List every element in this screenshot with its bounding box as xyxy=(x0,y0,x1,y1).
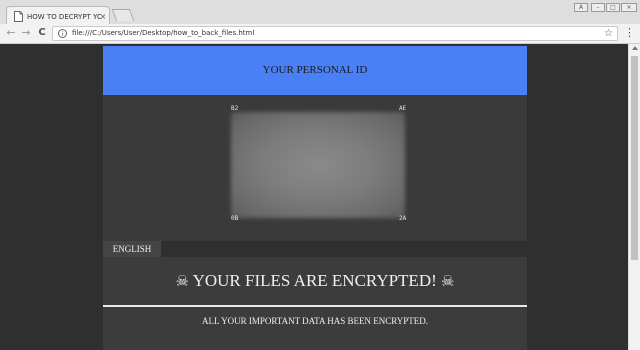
personal-id-panel: B2 AE 0B 2A xyxy=(103,95,527,241)
back-arrow-icon[interactable]: ← xyxy=(4,26,18,40)
window-close-button[interactable]: × xyxy=(621,3,637,12)
url-text[interactable]: file:///C:/Users/User/Desktop/how_to_bac… xyxy=(72,27,254,40)
personal-id-code-blurred xyxy=(231,112,405,218)
page-viewport: YOUR PERSONAL ID B2 AE 0B 2A ENGLISH ☠ Y… xyxy=(0,44,628,350)
id-corner-bottom-right: 2A xyxy=(399,215,407,222)
skull-icon: ☠ xyxy=(441,272,455,290)
browser-menu-icon[interactable]: ⋮ xyxy=(624,26,635,40)
profile-button[interactable]: A xyxy=(574,3,588,12)
personal-id-header: YOUR PERSONAL ID xyxy=(103,46,527,95)
browser-tab[interactable]: HOW TO DECRYPT YOUR F × xyxy=(6,6,110,25)
vertical-scrollbar[interactable] xyxy=(628,44,640,350)
forward-arrow-icon[interactable]: → xyxy=(19,26,33,40)
document-icon xyxy=(14,11,23,22)
browser-toolbar: ← → C i file:///C:/Users/User/Desktop/ho… xyxy=(0,24,640,44)
id-corner-bottom-left: 0B xyxy=(231,215,239,222)
maximize-button[interactable]: □ xyxy=(606,3,620,12)
tab-strip: HOW TO DECRYPT YOUR F × A – □ × xyxy=(0,0,640,25)
tab-close-icon[interactable]: × xyxy=(99,11,107,22)
address-bar[interactable]: i file:///C:/Users/User/Desktop/how_to_b… xyxy=(52,26,618,41)
encrypted-subline: ALL YOUR IMPORTANT DATA HAS BEEN ENCRYPT… xyxy=(202,316,428,326)
bookmark-star-icon[interactable]: ☆ xyxy=(604,27,613,40)
language-tab-english[interactable]: ENGLISH xyxy=(103,241,161,257)
headline-text: YOUR FILES ARE ENCRYPTED! xyxy=(192,271,437,290)
divider xyxy=(103,305,527,307)
info-icon[interactable]: i xyxy=(58,29,67,38)
encrypted-headline: ☠ YOUR FILES ARE ENCRYPTED! ☠ xyxy=(103,269,527,293)
id-corner-top-left: B2 xyxy=(231,105,239,112)
skull-icon: ☠ xyxy=(175,272,189,290)
scrollbar-thumb[interactable] xyxy=(631,56,638,260)
tab-title: HOW TO DECRYPT YOUR F xyxy=(27,13,101,21)
message-panel: ☠ YOUR FILES ARE ENCRYPTED! ☠ ALL YOUR I… xyxy=(103,257,527,350)
new-tab-button[interactable] xyxy=(111,9,135,21)
reload-icon[interactable]: C xyxy=(35,26,49,40)
minimize-button[interactable]: – xyxy=(591,3,605,12)
scroll-up-arrow-icon[interactable] xyxy=(632,46,638,50)
id-corner-top-right: AE xyxy=(399,105,407,112)
